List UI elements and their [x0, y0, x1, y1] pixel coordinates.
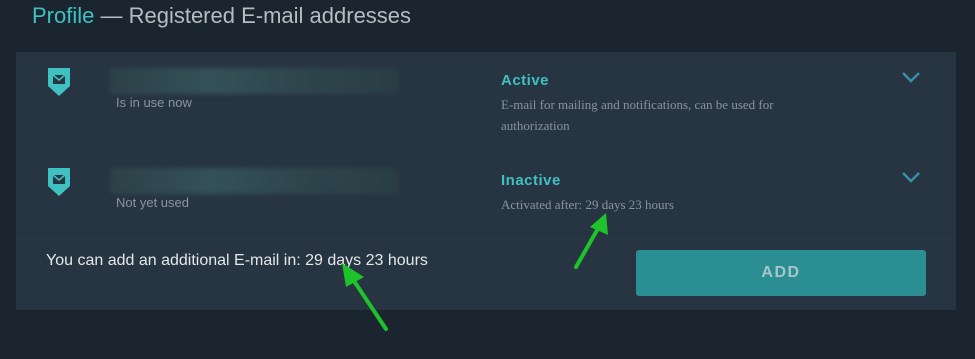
- status-description: Activated after: 29 days 23 hours: [501, 197, 674, 212]
- chevron-down-icon[interactable]: [901, 70, 921, 84]
- page-title-text: — Registered E-mail addresses: [94, 3, 412, 28]
- envelope-shield-icon: [48, 68, 70, 96]
- status-badge: Inactive: [501, 172, 561, 189]
- page: Profile — Registered E-mail addresses Is…: [0, 0, 975, 359]
- status-badge: Active: [501, 72, 550, 89]
- email-address-redacted: [110, 168, 398, 194]
- email-row-active: Is in use now Active E-mail for mailing …: [16, 60, 956, 150]
- email-usage-label: Is in use now: [116, 95, 192, 110]
- email-usage-label: Not yet used: [116, 195, 189, 210]
- email-list-panel: Is in use now Active E-mail for mailing …: [16, 52, 956, 310]
- email-address-redacted: [110, 68, 398, 94]
- envelope-shield-icon: [48, 168, 70, 196]
- add-email-cooldown-message: You can add an additional E-mail in: 29 …: [46, 252, 428, 269]
- divider: [16, 233, 956, 234]
- breadcrumb-profile[interactable]: Profile: [32, 3, 94, 28]
- chevron-down-icon[interactable]: [901, 170, 921, 184]
- add-email-button[interactable]: ADD: [636, 250, 926, 296]
- status-description: E-mail for mailing and notifications, ca…: [501, 97, 774, 133]
- email-row-inactive: Not yet used Inactive Activated after: 2…: [16, 160, 956, 250]
- page-title: Profile — Registered E-mail addresses: [32, 2, 411, 30]
